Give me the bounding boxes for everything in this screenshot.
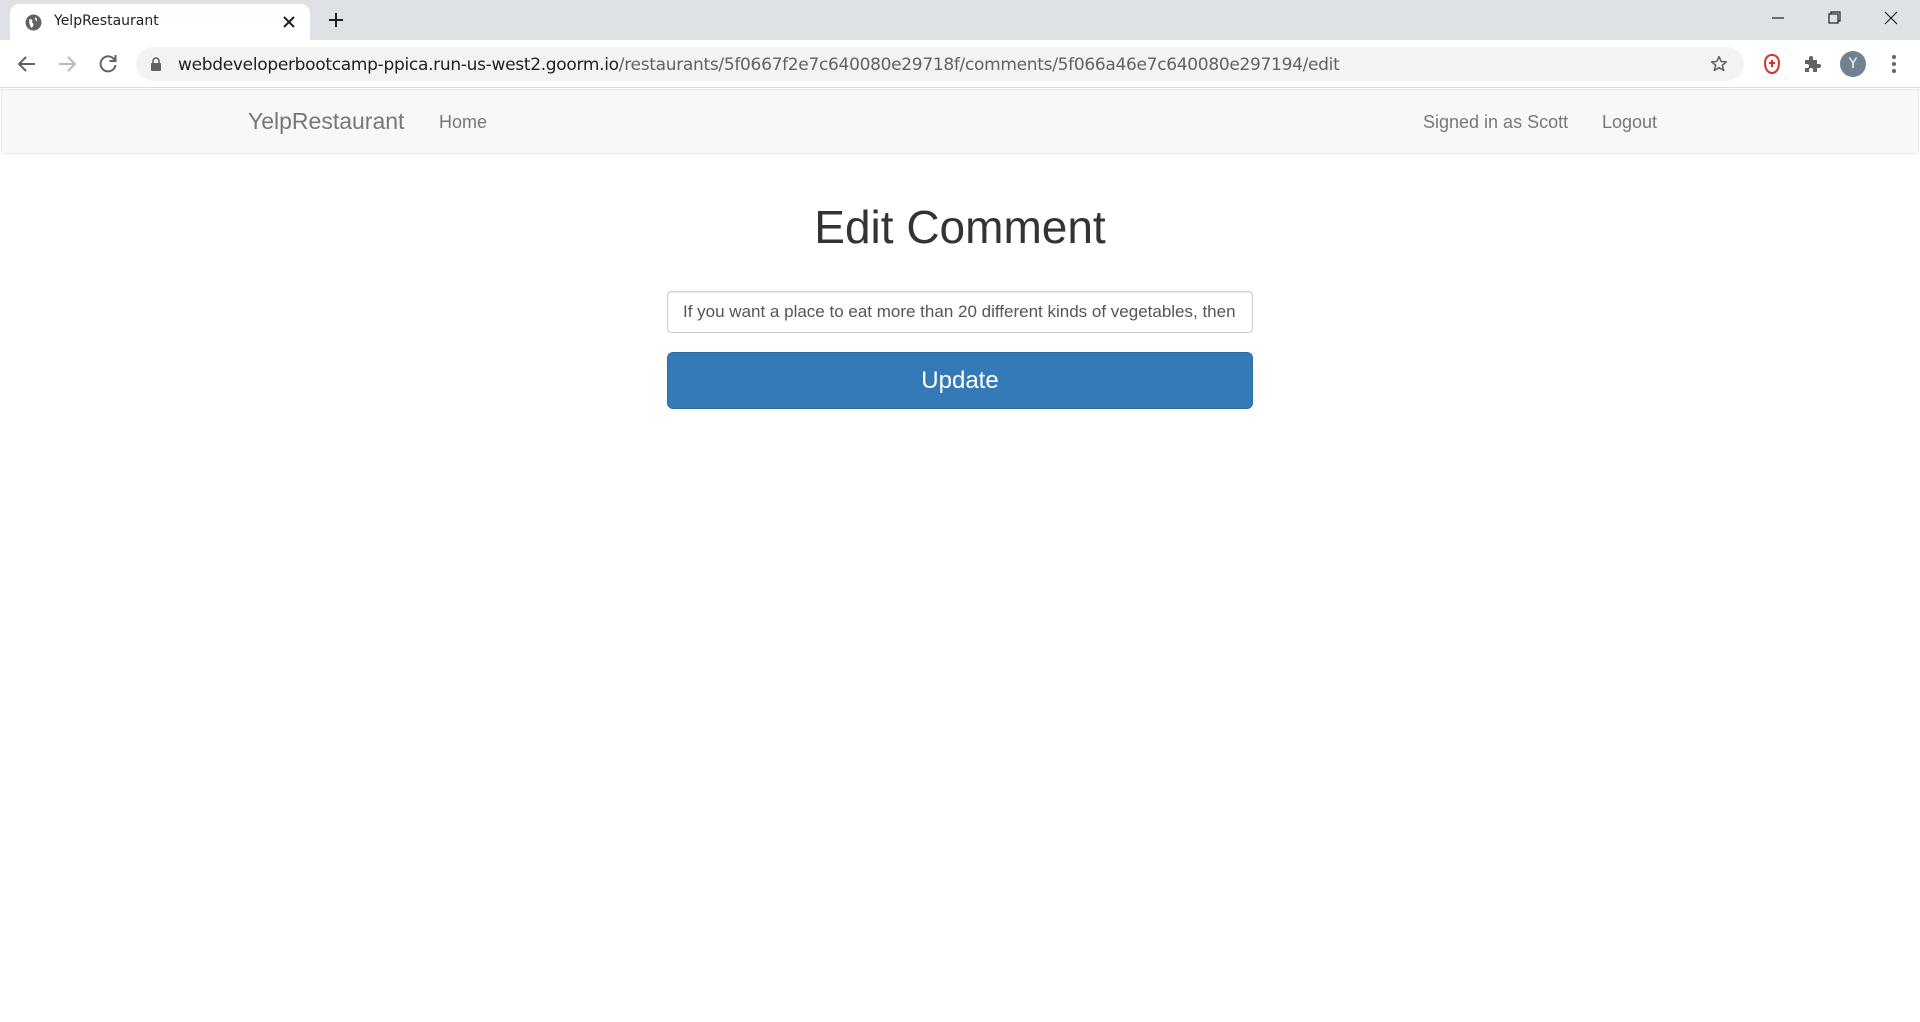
reload-icon[interactable] [96, 52, 120, 76]
signed-in-link[interactable]: Signed in as Scott [1423, 112, 1568, 133]
kebab-menu-icon[interactable] [1884, 52, 1904, 76]
page-title: Edit Comment [814, 201, 1106, 253]
comment-input[interactable] [667, 291, 1253, 333]
browser-toolbar: webdeveloperbootcamp-ppica.run-us-west2.… [0, 40, 1920, 88]
home-link[interactable]: Home [439, 112, 487, 133]
arrow-right-icon[interactable] [55, 52, 79, 76]
lock-icon [151, 57, 161, 71]
new-tab-icon[interactable] [327, 11, 345, 29]
logout-link[interactable]: Logout [1602, 112, 1657, 133]
tab-title: YelpRestaurant [54, 13, 159, 29]
browser-tab[interactable]: YelpRestaurant [10, 4, 310, 40]
minimize-icon[interactable] [1764, 6, 1792, 30]
browser-tab-strip: YelpRestaurant [0, 0, 1920, 40]
close-tab-icon[interactable] [282, 15, 296, 29]
puzzle-icon[interactable] [1801, 53, 1823, 75]
star-icon[interactable] [1710, 55, 1728, 73]
url-text: webdeveloperbootcamp-ppica.run-us-west2.… [178, 55, 1340, 75]
site-navbar: YelpRestaurant Home Signed in as Scott L… [1, 89, 1919, 154]
arrow-left-icon[interactable] [15, 52, 39, 76]
profile-avatar[interactable]: Y [1840, 51, 1866, 77]
close-window-icon[interactable] [1877, 6, 1905, 30]
adblock-extension-icon[interactable] [1761, 53, 1783, 75]
url-path: /restaurants/5f0667f2e7c640080e29718f/co… [618, 55, 1340, 75]
update-button[interactable]: Update [667, 352, 1253, 409]
brand-link[interactable]: YelpRestaurant [248, 108, 404, 135]
globe-icon [25, 14, 42, 31]
restore-icon[interactable] [1820, 6, 1848, 30]
address-bar[interactable]: webdeveloperbootcamp-ppica.run-us-west2.… [136, 47, 1744, 81]
url-host: webdeveloperbootcamp-ppica.run-us-west2.… [178, 55, 619, 75]
